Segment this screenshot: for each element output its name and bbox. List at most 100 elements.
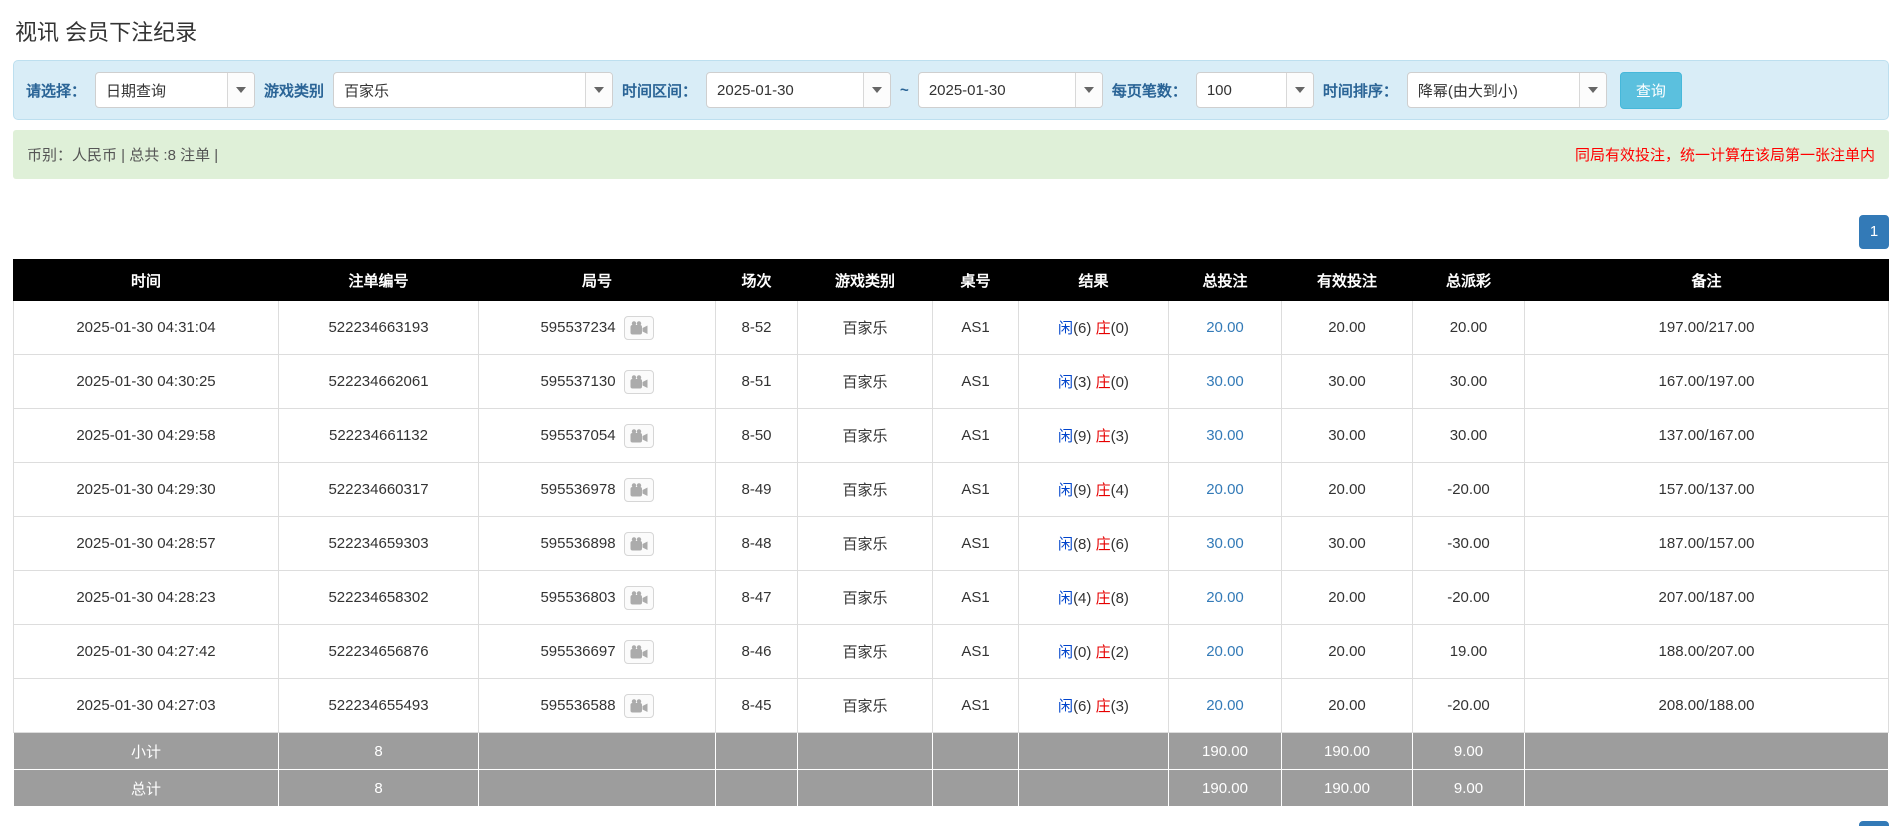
- footer-payout: 9.00: [1412, 769, 1525, 807]
- page-number-button[interactable]: 1: [1859, 215, 1889, 249]
- total-bet-link[interactable]: 20.00: [1206, 697, 1244, 714]
- footer-payout: 9.00: [1412, 732, 1525, 770]
- cell-result: 闲(8) 庄(6): [1018, 516, 1169, 571]
- column-header: 有效投注: [1281, 259, 1413, 301]
- total-bet-link[interactable]: 30.00: [1206, 373, 1244, 390]
- video-camera-icon: [630, 590, 648, 604]
- video-replay-button[interactable]: [623, 315, 654, 340]
- total-bet-link[interactable]: 20.00: [1206, 589, 1244, 606]
- chevron-down-icon[interactable]: [585, 73, 613, 107]
- video-camera-icon: [630, 482, 648, 496]
- cell-table-no: AS1: [932, 570, 1019, 625]
- footer-empty: [1018, 769, 1169, 807]
- total-bet-link[interactable]: 20.00: [1206, 481, 1244, 498]
- result-player-score: (6): [1073, 320, 1092, 337]
- round-id: 595536803: [540, 589, 616, 606]
- chevron-down-icon[interactable]: [863, 73, 891, 107]
- footer-valid-bet: 190.00: [1281, 769, 1413, 807]
- column-header: 场次: [715, 259, 798, 301]
- footer-empty: [715, 769, 798, 807]
- cell-payout: -20.00: [1412, 462, 1525, 517]
- cell-round-id: 595536803: [478, 570, 716, 625]
- cell-round-id: 595536588: [478, 678, 716, 733]
- video-replay-button[interactable]: [623, 693, 654, 718]
- chevron-down-icon[interactable]: [1285, 73, 1313, 107]
- date-from-select[interactable]: 2025-01-30: [706, 72, 892, 108]
- cell-total-bet: 30.00: [1168, 516, 1282, 571]
- page-number-button[interactable]: 1: [1859, 821, 1889, 826]
- cell-table-no: AS1: [932, 408, 1019, 463]
- result-banker-score: (0): [1110, 320, 1129, 337]
- cell-round-id: 595536978: [478, 462, 716, 517]
- result-player-label: 闲: [1058, 644, 1074, 661]
- video-replay-button[interactable]: [623, 585, 654, 610]
- cell-session: 8-52: [715, 300, 798, 355]
- cell-valid-bet: 30.00: [1281, 354, 1413, 409]
- result-banker-label: 庄: [1095, 320, 1111, 337]
- cell-valid-bet: 20.00: [1281, 624, 1413, 679]
- summary-warning-note: 同局有效投注，统一计算在该局第一张注单内: [1574, 147, 1875, 164]
- cell-result: 闲(6) 庄(0): [1018, 300, 1169, 355]
- result-banker-label: 庄: [1095, 482, 1111, 499]
- page-size-value: 100: [1206, 81, 1232, 99]
- footer-total-bet: 190.00: [1168, 732, 1282, 770]
- total-bet-link[interactable]: 20.00: [1206, 319, 1244, 336]
- cell-payout: -30.00: [1412, 516, 1525, 571]
- chevron-down-icon[interactable]: [1578, 73, 1606, 107]
- chevron-down-icon[interactable]: [227, 73, 255, 107]
- cell-round-id: 595537054: [478, 408, 716, 463]
- cell-remark: 157.00/137.00: [1524, 462, 1889, 517]
- sort-order-select[interactable]: 降幂(由大到小): [1406, 72, 1607, 108]
- cell-bet-id: 522234662061: [278, 354, 479, 409]
- result-player-score: (9): [1073, 428, 1092, 445]
- cell-time: 2025-01-30 04:27:42: [13, 624, 279, 679]
- filter-bar: 请选择： 日期查询 游戏类别 百家乐 时间区间： 2025-01-30 ~ 20…: [13, 60, 1889, 120]
- cell-bet-id: 522234659303: [278, 516, 479, 571]
- total-bet-link[interactable]: 30.00: [1206, 427, 1244, 444]
- result-player-score: (0): [1073, 644, 1092, 661]
- date-from-value: 2025-01-30: [717, 81, 794, 99]
- column-header: 桌号: [932, 259, 1019, 301]
- cell-bet-id: 522234658302: [278, 570, 479, 625]
- query-type-select[interactable]: 日期查询: [95, 72, 256, 108]
- column-header: 总派彩: [1412, 259, 1525, 301]
- cell-payout: 19.00: [1412, 624, 1525, 679]
- cell-table-no: AS1: [932, 624, 1019, 679]
- cell-time: 2025-01-30 04:27:03: [13, 678, 279, 733]
- sort-order-value: 降幂(由大到小): [1417, 82, 1518, 100]
- footer-label: 总计: [13, 769, 279, 807]
- sort-order-label: 时间排序：: [1322, 82, 1398, 100]
- video-replay-button[interactable]: [623, 369, 654, 394]
- search-button[interactable]: 查询: [1619, 71, 1682, 109]
- game-type-select[interactable]: 百家乐: [333, 72, 614, 108]
- result-player-label: 闲: [1058, 482, 1074, 499]
- query-type-value: 日期查询: [106, 82, 167, 100]
- date-separator: ~: [900, 81, 909, 99]
- table-header-row: 时间 注单编号 局号 场次 游戏类别 桌号 结果 总投注 有效投注 总派彩 备注: [13, 259, 1889, 301]
- cell-time: 2025-01-30 04:31:04: [13, 300, 279, 355]
- chevron-down-glyph: [1294, 87, 1305, 93]
- cell-payout: 30.00: [1412, 408, 1525, 463]
- chevron-down-glyph: [1587, 87, 1598, 93]
- video-replay-button[interactable]: [623, 639, 654, 664]
- video-camera-icon: [630, 320, 648, 334]
- chevron-down-glyph: [236, 87, 247, 93]
- date-to-select[interactable]: 2025-01-30: [917, 72, 1103, 108]
- cell-payout: 20.00: [1412, 300, 1525, 355]
- cell-remark: 207.00/187.00: [1524, 570, 1889, 625]
- total-bet-link[interactable]: 20.00: [1206, 643, 1244, 660]
- chevron-down-icon[interactable]: [1074, 73, 1102, 107]
- result-player-score: (9): [1073, 482, 1092, 499]
- cell-remark: 197.00/217.00: [1524, 300, 1889, 355]
- video-replay-button[interactable]: [623, 477, 654, 502]
- footer-empty: [1018, 732, 1169, 770]
- total-bet-link[interactable]: 30.00: [1206, 535, 1244, 552]
- video-replay-button[interactable]: [623, 531, 654, 556]
- cell-payout: -20.00: [1412, 570, 1525, 625]
- cell-session: 8-48: [715, 516, 798, 571]
- footer-empty: [797, 769, 933, 807]
- cell-round-id: 595536898: [478, 516, 716, 571]
- video-replay-button[interactable]: [623, 423, 654, 448]
- table-row: 2025-01-30 04:28:57 522234659303 595536898…: [13, 516, 1889, 571]
- page-size-select[interactable]: 100: [1195, 72, 1314, 108]
